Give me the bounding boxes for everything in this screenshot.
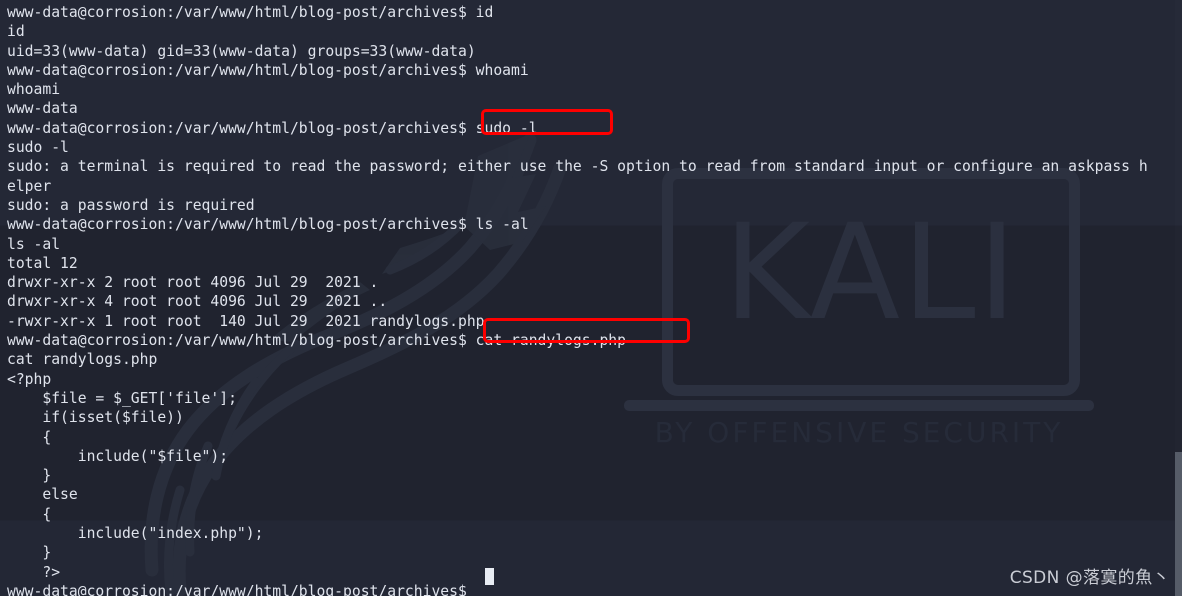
terminal-line: ?> xyxy=(7,563,61,581)
terminal-line: else xyxy=(7,486,78,504)
terminal-line: } xyxy=(7,467,52,485)
terminal-line: www-data@corrosion:/var/www/html/blog-po… xyxy=(7,216,529,234)
terminal-output[interactable]: www-data@corrosion:/var/www/html/blog-po… xyxy=(0,0,1182,596)
terminal-line: { xyxy=(7,428,52,446)
terminal-line: { xyxy=(7,505,52,523)
terminal-line: www-data@corrosion:/var/www/html/blog-po… xyxy=(7,61,529,79)
annotation-box-cat-randylogs xyxy=(483,318,690,343)
terminal-line: include("$file"); xyxy=(7,447,229,465)
terminal-line: elper xyxy=(7,177,52,195)
terminal-line: sudo: a terminal is required to read the… xyxy=(7,158,1148,176)
terminal-line: uid=33(www-data) gid=33(www-data) groups… xyxy=(7,42,476,60)
terminal-line: if(isset($file)) xyxy=(7,409,184,427)
terminal-line: www-data@corrosion:/var/www/html/blog-po… xyxy=(7,4,494,21)
terminal-window: KALI BY OFFENSIVE SECURITY www-data@corr… xyxy=(0,0,1182,596)
scrollbar-track[interactable] xyxy=(1175,0,1182,596)
terminal-line: include("index.php"); xyxy=(7,525,264,543)
terminal-line: } xyxy=(7,544,52,562)
annotation-box-sudo-l xyxy=(481,109,613,135)
terminal-line: cat randylogs.php xyxy=(7,351,158,369)
terminal-line: total 12 xyxy=(7,254,78,272)
text-cursor xyxy=(485,568,494,585)
scrollbar-thumb[interactable] xyxy=(1175,452,1182,596)
terminal-line: id xyxy=(7,23,25,41)
terminal-line: <?php xyxy=(7,370,52,388)
terminal-line: ls -al xyxy=(7,235,61,253)
terminal-line: sudo: a password is required xyxy=(7,196,255,214)
terminal-line: $file = $_GET['file']; xyxy=(7,389,237,407)
csdn-watermark: CSDN @落寞的魚丶 xyxy=(1009,568,1170,588)
terminal-line: drwxr-xr-x 4 root root 4096 Jul 29 2021 … xyxy=(7,293,388,311)
terminal-line: drwxr-xr-x 2 root root 4096 Jul 29 2021 … xyxy=(7,274,379,292)
terminal-line: whoami xyxy=(7,81,61,99)
terminal-line: sudo -l xyxy=(7,139,69,157)
terminal-line: www-data@corrosion:/var/www/html/blog-po… xyxy=(7,582,476,596)
